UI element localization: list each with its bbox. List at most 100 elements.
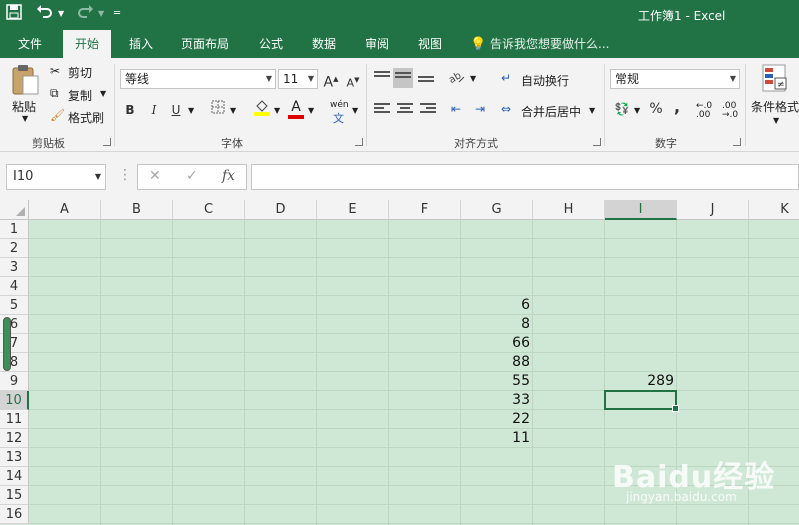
paste-button[interactable]: 粘贴 <box>12 98 36 115</box>
undo-icon[interactable] <box>36 4 54 24</box>
alignment-launcher-icon[interactable] <box>593 138 601 146</box>
column-header-a[interactable]: A <box>29 200 101 220</box>
wrap-text-icon[interactable]: ↵ <box>501 71 511 85</box>
copy-dropdown-icon[interactable]: ▼ <box>100 89 106 98</box>
copy-icon[interactable]: ⧉ <box>50 86 59 101</box>
save-icon[interactable] <box>6 4 22 24</box>
row-header-13[interactable]: 13 <box>0 448 29 467</box>
wrap-text-button[interactable]: 自动换行 <box>521 72 569 89</box>
bold-button[interactable]: B <box>120 100 140 120</box>
orientation-icon[interactable]: ab <box>446 68 466 88</box>
name-box[interactable]: I10 ▼ <box>6 164 106 190</box>
orientation-dropdown-icon[interactable]: ▼ <box>470 74 476 83</box>
column-header-j[interactable]: J <box>677 200 749 220</box>
increase-indent-icon[interactable]: ⇥ <box>470 99 490 119</box>
increase-decimal-icon[interactable]: ←.0.00 <box>696 102 712 120</box>
paste-icon[interactable] <box>10 64 42 98</box>
cell-g11[interactable]: 22 <box>461 410 533 429</box>
font-launcher-icon[interactable] <box>355 138 363 146</box>
row-header-4[interactable]: 4 <box>0 277 29 296</box>
column-header-g[interactable]: G <box>461 200 533 220</box>
copy-button[interactable]: 复制 <box>68 87 92 104</box>
tab-home[interactable]: 开始 <box>63 30 112 58</box>
cut-icon[interactable]: ✂ <box>50 64 60 78</box>
decrease-indent-icon[interactable]: ⇤ <box>446 99 466 119</box>
phonetic-dropdown-icon[interactable]: ▼ <box>352 106 358 115</box>
redo-icon[interactable] <box>76 4 94 24</box>
cell-g5[interactable]: 6 <box>461 296 533 315</box>
merge-dropdown-icon[interactable]: ▼ <box>589 106 595 115</box>
column-header-c[interactable]: C <box>173 200 245 220</box>
tab-review[interactable]: 审阅 <box>361 30 393 58</box>
comma-button[interactable]: , <box>667 97 687 117</box>
row-scroll-handle[interactable] <box>3 317 11 371</box>
undo-dropdown-icon[interactable]: ▼ <box>58 4 64 24</box>
align-top-icon[interactable] <box>374 71 390 83</box>
align-right-icon[interactable] <box>420 103 436 115</box>
column-header-d[interactable]: D <box>245 200 317 220</box>
row-header-2[interactable]: 2 <box>0 239 29 258</box>
column-header-f[interactable]: F <box>389 200 461 220</box>
cell-g10[interactable]: 33 <box>461 391 533 410</box>
row-header-1[interactable]: 1 <box>0 220 29 239</box>
select-all-corner[interactable] <box>0 200 29 220</box>
font-name-combo[interactable]: 等线 ▼ <box>120 69 276 89</box>
cell-g7[interactable]: 66 <box>461 334 533 353</box>
formula-input[interactable] <box>251 164 799 190</box>
cell-g12[interactable]: 11 <box>461 429 533 448</box>
customize-icon[interactable]: ═ <box>114 4 120 24</box>
tell-me-box[interactable]: 💡 告诉我您想要做什么... <box>470 30 609 58</box>
cell-g6[interactable]: 8 <box>461 315 533 334</box>
cut-button[interactable]: 剪切 <box>68 64 92 81</box>
row-header-10[interactable]: 10 <box>0 391 29 410</box>
column-header-i[interactable]: I <box>605 200 677 220</box>
number-launcher-icon[interactable] <box>733 138 741 146</box>
fill-color-dropdown-icon[interactable]: ▼ <box>274 106 280 115</box>
cell-i9[interactable]: 289 <box>605 372 677 391</box>
underline-dropdown-icon[interactable]: ▼ <box>188 106 194 115</box>
redo-dropdown-icon[interactable]: ▼ <box>98 4 104 24</box>
row-header-9[interactable]: 9 <box>0 372 29 391</box>
tab-data[interactable]: 数据 <box>308 30 340 58</box>
phonetic-button[interactable]: wén <box>330 100 349 110</box>
enter-icon[interactable]: ✓ <box>186 168 198 184</box>
align-left-icon[interactable] <box>374 103 390 115</box>
align-middle-button[interactable] <box>393 68 413 88</box>
tab-page-layout[interactable]: 页面布局 <box>177 30 233 58</box>
row-header-16[interactable]: 16 <box>0 505 29 524</box>
percent-button[interactable]: % <box>646 99 666 119</box>
tab-view[interactable]: 视图 <box>414 30 446 58</box>
italic-button[interactable]: I <box>144 100 164 120</box>
format-painter-button[interactable]: 格式刷 <box>68 109 104 126</box>
align-bottom-icon[interactable] <box>418 76 434 88</box>
decrease-decimal-icon[interactable]: .00 →.0 <box>722 102 738 120</box>
active-cell-selection[interactable] <box>604 390 679 412</box>
clipboard-launcher-icon[interactable] <box>103 138 111 146</box>
borders-icon[interactable] <box>208 100 228 120</box>
row-header-3[interactable]: 3 <box>0 258 29 277</box>
conditional-dropdown-icon[interactable]: ▼ <box>773 116 779 125</box>
cell-g8[interactable]: 88 <box>461 353 533 372</box>
cancel-icon[interactable]: ✕ <box>149 168 161 184</box>
fill-color-icon[interactable] <box>252 98 272 118</box>
align-center-icon[interactable] <box>397 103 413 115</box>
font-size-combo[interactable]: 11 ▼ <box>278 69 318 89</box>
cell-g9[interactable]: 55 <box>461 372 533 391</box>
font-color-button[interactable]: A <box>286 97 306 119</box>
column-header-k[interactable]: K <box>749 200 799 220</box>
row-header-12[interactable]: 12 <box>0 429 29 448</box>
column-header-e[interactable]: E <box>317 200 389 220</box>
tab-formulas[interactable]: 公式 <box>255 30 287 58</box>
underline-button[interactable]: U <box>166 100 186 120</box>
row-header-14[interactable]: 14 <box>0 467 29 486</box>
tab-insert[interactable]: 插入 <box>125 30 157 58</box>
insert-function-icon[interactable]: fx <box>222 168 235 184</box>
shrink-font-button[interactable]: A▼ <box>343 70 363 90</box>
conditional-formatting-icon[interactable]: ≠ <box>762 64 788 97</box>
number-format-combo[interactable]: 常规 ▼ <box>610 69 740 89</box>
column-header-h[interactable]: H <box>533 200 605 220</box>
accounting-dropdown-icon[interactable]: ▼ <box>634 106 640 115</box>
paste-dropdown-icon[interactable]: ▼ <box>22 114 28 123</box>
merge-center-icon[interactable]: ⇔ <box>501 102 511 116</box>
conditional-formatting-button[interactable]: 条件格式 <box>751 98 799 115</box>
